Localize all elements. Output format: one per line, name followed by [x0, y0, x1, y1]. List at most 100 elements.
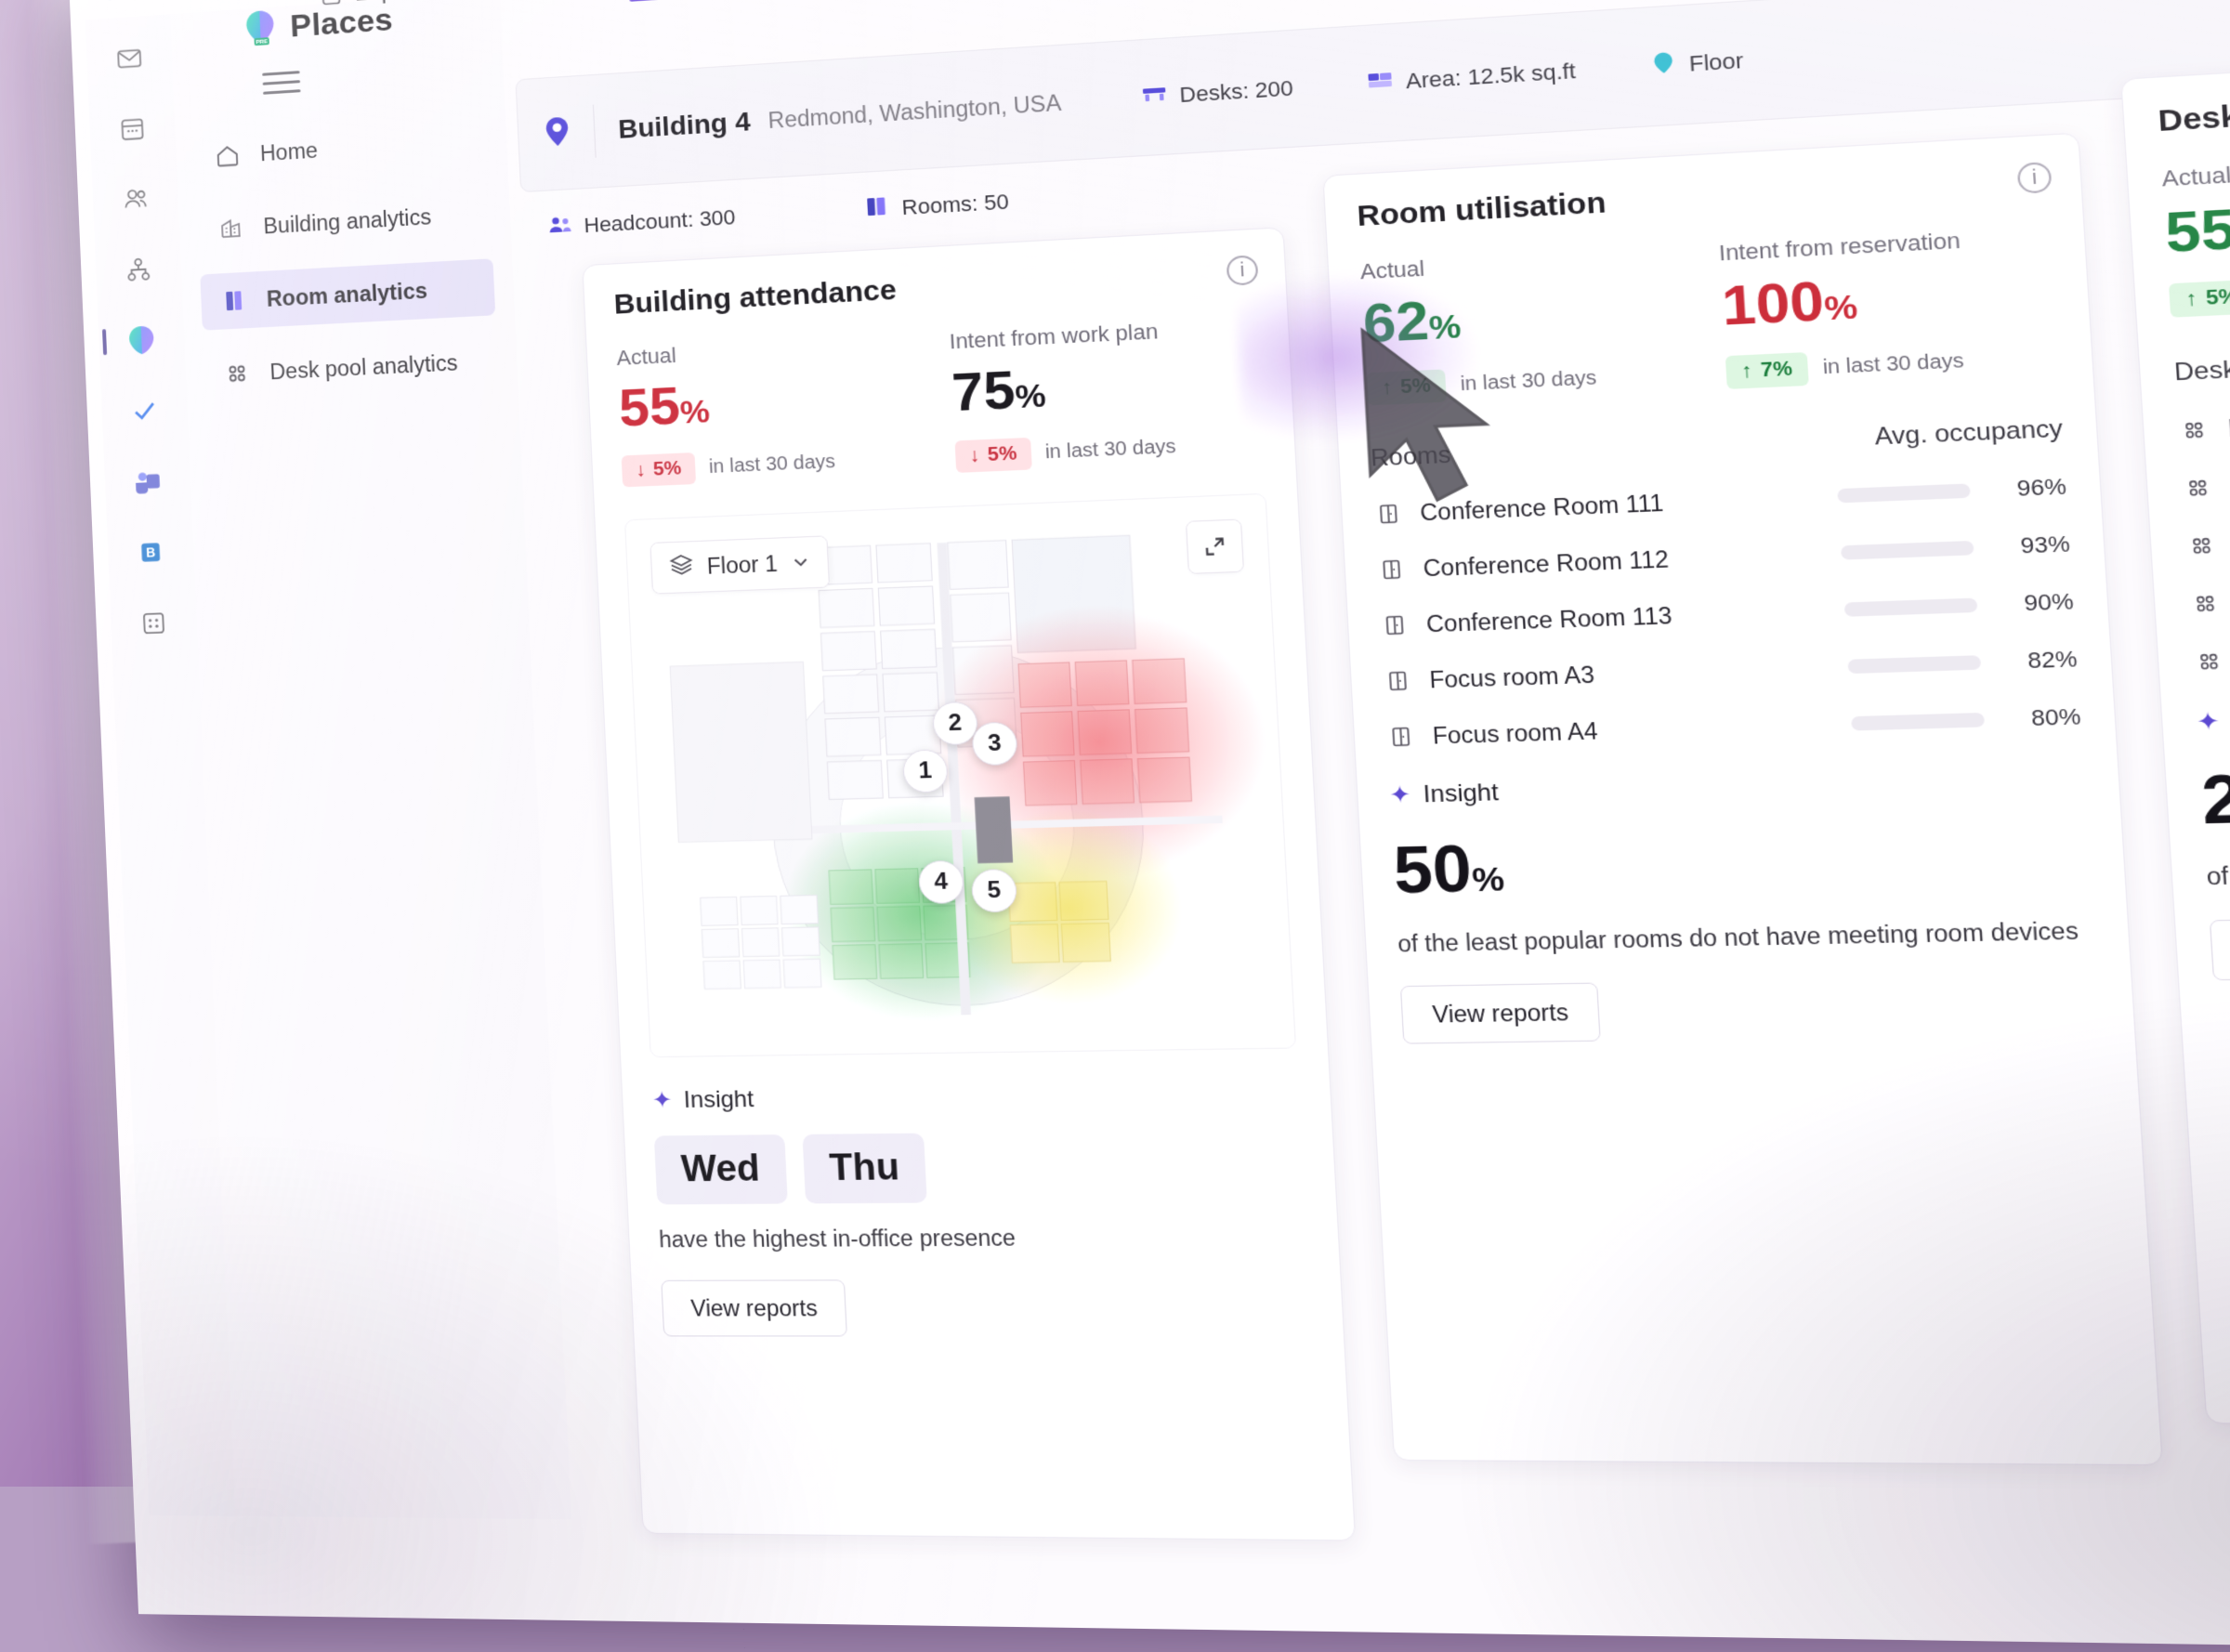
desk-pool-icon [2188, 588, 2222, 618]
status-badge: ↓ 5% [954, 438, 1031, 473]
desk-pools-list: Desk pool 1Desk pool 2Desk pool 3Desk po… [2177, 384, 2230, 676]
building-location: Redmond, Washington, USA [767, 89, 1062, 133]
rooms-list: Conference Room 11196%Conference Room 11… [1373, 472, 2082, 751]
calendar-icon [319, 0, 345, 8]
status-badge: ↓ 5% [622, 452, 696, 487]
sparkle-icon: ✦ [2196, 707, 2221, 738]
desk-pools-list-header: Desk pools [2173, 324, 2230, 387]
kpi-value: 75% [951, 349, 1174, 423]
places-brand-icon: PRE [243, 8, 278, 47]
outlook-logo-icon [93, 0, 125, 3]
day-chip: Wed [654, 1134, 788, 1204]
sidebar-item-building-analytics[interactable]: Building analytics [197, 185, 492, 258]
desks-icon [1140, 83, 1168, 111]
kpi-label: Intent from work plan [949, 319, 1170, 355]
svg-text:PRE: PRE [256, 40, 268, 46]
kpi-delta: ↑ 7% in last 30 days [1725, 345, 1968, 389]
sidebar-item-label: Building analytics [263, 203, 432, 239]
rail-people-icon[interactable] [112, 177, 159, 222]
list-item[interactable]: Desk pool 4 [2188, 563, 2230, 618]
list-item[interactable]: Desk pool 2 [2181, 443, 2230, 503]
floor-label: Floor [1688, 48, 1744, 78]
floor-selector[interactable]: Floor 1 [649, 535, 829, 594]
rail-org-chart-icon[interactable] [115, 247, 162, 293]
table-row[interactable]: Conference Room 11293% [1376, 530, 2071, 583]
occupancy-value: 80% [2001, 703, 2081, 732]
rail-bookings-icon[interactable]: B [127, 530, 174, 574]
table-row[interactable]: Focus room A3 82% [1383, 645, 2079, 695]
view-reports-button[interactable]: View reports [1400, 983, 1601, 1044]
sidebar-item-label: Desk pool analytics [269, 350, 458, 385]
metric-label: Area: 12.5k sq.ft [1405, 59, 1576, 95]
rail-mail-icon[interactable] [106, 36, 152, 82]
occupancy-value: 93% [1990, 531, 2070, 560]
room-name: Focus room A3 [1429, 653, 1831, 693]
list-item[interactable]: Desk pool 3 [2184, 504, 2230, 561]
outlook-places-app: Outlook Search for buildings, people and… [69, 0, 2230, 1652]
attendance-kpis: Actual 55% ↓ 5% in last 30 days Intent f… [616, 314, 1264, 487]
rail-calendar-icon[interactable] [110, 106, 156, 151]
sidebar-item-desk-pool-analytics[interactable]: Desk pool analytics [203, 333, 499, 403]
desk-pool-icon [2181, 473, 2214, 503]
view-reports-button[interactable]: View reports [2210, 916, 2230, 980]
location-pin-icon [543, 115, 571, 151]
expand-map-button[interactable] [1186, 518, 1244, 574]
rail-teams-icon[interactable] [125, 459, 171, 504]
room-intent-kpi: Intent from reservation 100% ↑ 7% in las… [1718, 228, 1969, 389]
list-item[interactable]: Desk pool 1 [2177, 384, 2230, 445]
metric-headcount: Headcount: 300 [546, 204, 736, 242]
nav-toggle-button[interactable] [262, 71, 301, 101]
table-row[interactable]: Focus room A480% [1385, 702, 2081, 751]
room-icon [1379, 610, 1410, 639]
list-header-rooms: Rooms [1370, 441, 1451, 473]
tab-people[interactable]: People [475, 0, 584, 8]
kpi-value: 55% [618, 366, 834, 439]
room-name: Conference Room 111 [1420, 483, 1821, 526]
table-row[interactable]: Conference Room 11196% [1373, 472, 2067, 528]
insight-text: have the highest in-office presence [658, 1220, 1307, 1254]
sidebar-item-home[interactable]: Home [193, 111, 488, 186]
list-header-occupancy: Avg. occupancy [1874, 415, 2064, 452]
card-title: Building attendance [613, 256, 1254, 321]
rooms-list-header: Rooms Avg. occupancy [1370, 415, 2063, 473]
attendance-actual-kpi: Actual 55% ↓ 5% in last 30 days [616, 335, 836, 487]
chevron-down-icon [791, 549, 810, 576]
card-title: Room utilisation [1357, 162, 2048, 233]
delta-note: in last 30 days [1822, 350, 1964, 380]
desk-pool-icon [2192, 647, 2225, 676]
metric-desks: Desks: 200 [1140, 74, 1294, 111]
list-item[interactable]: Desk pool 5 [2192, 623, 2230, 676]
occupancy-bar [1841, 541, 1974, 560]
floor-map[interactable]: Floor 1 [624, 493, 1296, 1057]
day-chip: Thu [802, 1134, 927, 1204]
floor-filter[interactable]: Floor [1649, 46, 1744, 81]
insight-days: Wed Thu [654, 1130, 1305, 1205]
headcount-icon [546, 214, 572, 242]
desk-actual-kpi: Actual 55% ↑ 5% in last 30 days [2161, 152, 2230, 318]
occupancy-bar [1851, 713, 1985, 731]
insight-value: 50% [1392, 815, 2092, 908]
view-reports-button[interactable]: View reports [661, 1280, 847, 1337]
building-metrics: Desks: 200 Area: 12.5k sq.ft [1140, 46, 1745, 112]
layers-icon [669, 553, 694, 583]
metric-rooms: Rooms: 50 [863, 188, 1009, 225]
kpi-label: Actual [1359, 247, 1590, 285]
kpi-value: 100% [1720, 260, 1965, 338]
kpi-label: Actual [616, 335, 830, 371]
status-badge: ↑ 5% [1366, 369, 1447, 405]
occupancy-bar [1837, 483, 1971, 503]
rail-places-icon[interactable] [118, 318, 164, 362]
sidebar-item-room-analytics[interactable]: Room analytics [200, 258, 495, 330]
kpi-value: 62% [1361, 279, 1594, 355]
insight-label: Insight [1423, 779, 1499, 808]
room-kpis: Actual 62% ↑ 5% in last 30 days Intent f… [1359, 223, 2059, 405]
kpi-delta: ↑ 5% in last 30 days [1366, 362, 1597, 406]
rail-todo-icon[interactable] [122, 388, 168, 433]
kpi-value: 55% [2163, 185, 2230, 265]
table-row[interactable]: Conference Room 11390% [1379, 587, 2074, 639]
occupancy-value: 82% [1998, 646, 2078, 675]
room-icon [1376, 555, 1407, 583]
insight-header: ✦ Insight [2196, 686, 2230, 738]
rail-apps-icon[interactable] [131, 601, 177, 646]
building-name: Building 4 [618, 107, 752, 145]
